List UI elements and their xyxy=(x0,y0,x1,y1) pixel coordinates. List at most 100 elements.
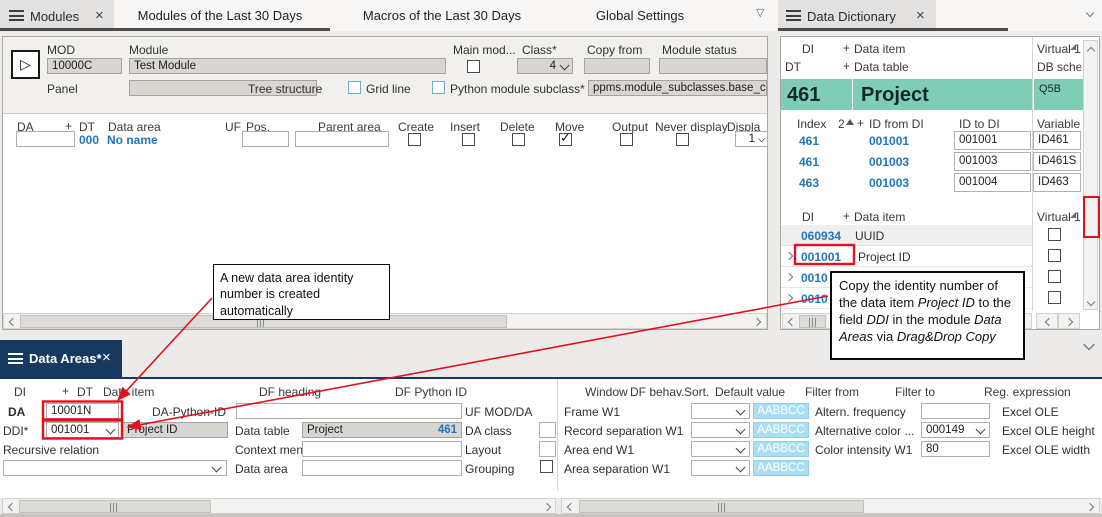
selected-dt-name-cell[interactable]: Project xyxy=(853,79,1032,110)
delete-checkbox[interactable] xyxy=(512,133,525,146)
id-to-di-field[interactable]: 001001 xyxy=(954,131,1031,150)
close-icon[interactable]: × xyxy=(95,7,104,24)
parent-area-input[interactable] xyxy=(295,131,389,147)
virtual-col-scroll-right[interactable] xyxy=(1058,313,1080,329)
add-button[interactable]: + xyxy=(843,42,850,54)
alternative-color-select[interactable]: 000149 xyxy=(921,422,990,438)
move-checkbox[interactable] xyxy=(559,133,572,146)
virtual-checkbox[interactable] xyxy=(1048,249,1061,262)
ddi-select[interactable]: 001001 xyxy=(46,422,119,438)
scrollbar-thumb[interactable] xyxy=(579,500,864,513)
displa-select[interactable]: 1 xyxy=(735,131,768,147)
uf-input[interactable] xyxy=(242,131,289,147)
collapse-chevron-icon[interactable] xyxy=(1083,340,1094,351)
run-button[interactable]: ▷ xyxy=(11,50,40,79)
virtual-col-scroll-left[interactable] xyxy=(1036,313,1058,329)
dictionary-vscrollbar[interactable] xyxy=(1083,40,1098,310)
data-areas-left-hscrollbar[interactable] xyxy=(2,498,556,514)
color-intensity-field[interactable]: 80 xyxy=(921,441,990,457)
add-button[interactable]: + xyxy=(843,210,850,222)
mod-field[interactable]: 10000C xyxy=(47,58,122,74)
virtual-checkbox[interactable] xyxy=(1048,228,1061,241)
dropdown-icon[interactable] xyxy=(212,464,221,473)
scrollbar-thumb[interactable] xyxy=(799,315,826,328)
grouping-checkbox[interactable] xyxy=(540,460,553,473)
virtual-checkbox[interactable] xyxy=(1048,291,1061,304)
area-separation-select[interactable] xyxy=(691,460,750,476)
expand-icon[interactable] xyxy=(786,252,794,260)
data-areas-right-hscrollbar[interactable] xyxy=(561,498,1100,514)
python-subclass-field[interactable]: ppms.module_subclasses.base_class xyxy=(588,80,767,96)
frame-w1-select[interactable] xyxy=(691,403,750,419)
sort-asc-icon[interactable] xyxy=(846,119,854,125)
tab-macros-30[interactable]: Macros of the Last 30 Days xyxy=(334,0,550,31)
scroll-up-icon[interactable] xyxy=(1087,46,1095,54)
area-end-select[interactable] xyxy=(691,441,750,457)
tab-data-dictionary[interactable]: Data Dictionary × xyxy=(778,0,936,31)
area-separation-color-field[interactable]: AABBCC xyxy=(753,460,809,476)
da-field[interactable]: 10001N xyxy=(46,403,119,419)
da-python-id-field[interactable] xyxy=(236,403,462,419)
python-subclass-checkbox[interactable] xyxy=(432,81,445,94)
dropdown-icon[interactable] xyxy=(106,426,115,435)
scroll-right-icon[interactable] xyxy=(1066,318,1074,326)
list-item[interactable]: 060934 UUID xyxy=(781,225,1032,246)
scrollbar-thumb[interactable] xyxy=(19,500,211,513)
da-input[interactable] xyxy=(16,131,75,147)
variable-field[interactable]: ID461S xyxy=(1033,152,1081,171)
altern-frequency-field[interactable] xyxy=(921,403,990,419)
dropdown-icon[interactable] xyxy=(736,464,745,473)
tab-overflow-icon[interactable]: ▽ xyxy=(756,6,764,19)
data-area-field[interactable] xyxy=(302,460,462,476)
chevron-down-icon[interactable] xyxy=(1086,10,1094,18)
scroll-left-icon[interactable] xyxy=(1044,318,1052,326)
add-button[interactable]: + xyxy=(843,60,850,72)
expand-icon[interactable] xyxy=(786,294,794,302)
dropdown-icon[interactable] xyxy=(758,136,764,142)
layout-field[interactable] xyxy=(539,441,556,457)
output-checkbox[interactable] xyxy=(620,133,633,146)
scrollbar-grip[interactable] xyxy=(110,503,119,512)
dropdown-icon[interactable] xyxy=(976,426,985,435)
scroll-down-icon[interactable] xyxy=(1087,299,1095,307)
module-status-field[interactable] xyxy=(659,58,767,74)
da-class-field[interactable] xyxy=(539,422,556,438)
recursive-relation-select[interactable] xyxy=(3,460,227,476)
add-button[interactable]: + xyxy=(62,385,69,397)
create-checkbox[interactable] xyxy=(408,133,421,146)
variable-field[interactable]: ID463 xyxy=(1033,173,1081,192)
data-areas-tab[interactable]: Data Areas* × xyxy=(0,340,122,377)
dropdown-icon[interactable] xyxy=(736,426,745,435)
close-icon[interactable]: × xyxy=(916,7,925,24)
virtual-checkbox[interactable] xyxy=(1048,270,1061,283)
dropdown-icon[interactable] xyxy=(736,445,745,454)
tab-global-settings[interactable]: Global Settings xyxy=(558,0,722,31)
module-field[interactable]: Test Module xyxy=(129,58,446,74)
tab-modules[interactable]: Modules × xyxy=(0,0,114,31)
record-separation-select[interactable] xyxy=(691,422,750,438)
scrollbar-grip[interactable] xyxy=(809,318,818,327)
scrollbar-grip[interactable] xyxy=(718,503,727,512)
list-item[interactable]: 001001 Project ID xyxy=(781,246,1032,267)
scroll-left-icon[interactable] xyxy=(566,503,574,511)
variable-field[interactable]: ID461 xyxy=(1033,131,1081,150)
id-to-di-field[interactable]: 001004 xyxy=(954,173,1031,192)
close-icon[interactable]: × xyxy=(102,349,111,366)
tab-modules-30[interactable]: Modules of the Last 30 Days xyxy=(114,0,326,31)
grid-line-checkbox[interactable] xyxy=(348,81,361,94)
sort-icon[interactable] xyxy=(1070,44,1076,50)
never-display-checkbox[interactable] xyxy=(676,133,689,146)
expand-icon[interactable] xyxy=(786,273,794,281)
sort-icon[interactable] xyxy=(1070,212,1076,218)
copy-from-field[interactable] xyxy=(584,58,650,74)
insert-checkbox[interactable] xyxy=(462,133,475,146)
area-end-color-field[interactable]: AABBCC xyxy=(753,441,809,457)
scroll-right-icon[interactable] xyxy=(1087,503,1095,511)
scroll-right-icon[interactable] xyxy=(754,318,762,326)
context-menu-field[interactable] xyxy=(302,441,462,457)
hamburger-icon[interactable] xyxy=(8,353,23,364)
scroll-left-icon[interactable] xyxy=(8,318,16,326)
hamburger-icon[interactable] xyxy=(9,10,24,21)
dropdown-icon[interactable] xyxy=(736,407,745,416)
scroll-left-icon[interactable] xyxy=(7,503,15,511)
